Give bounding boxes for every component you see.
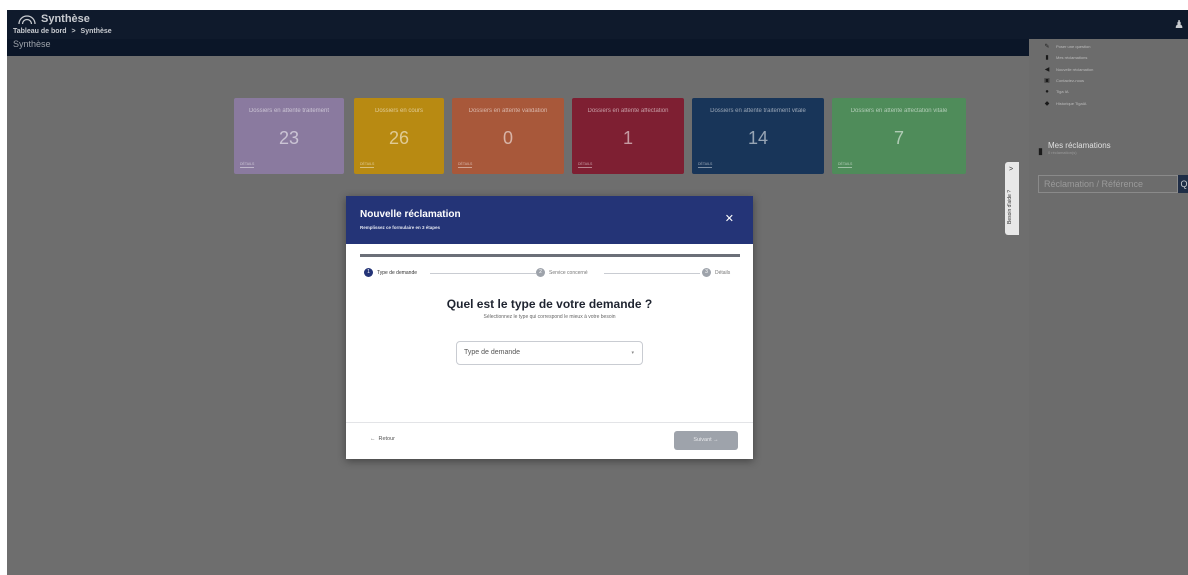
card-details-link[interactable]: DÉTAILS: [578, 162, 593, 168]
menu-item-label: Historique TigaIA: [1056, 100, 1087, 106]
claims-count: 0 réclamation(s): [1047, 150, 1077, 155]
step-connector: [604, 273, 700, 274]
menu-item-history[interactable]: ◆ Historique TigaIA: [1029, 97, 1188, 108]
card-title: Dossiers en attente affectation vitale: [850, 108, 948, 114]
claim-search-input[interactable]: Réclamation / Référence: [1038, 175, 1178, 193]
arrow-left-icon: ←: [370, 436, 376, 442]
help-tab-label: Besoin d'aide ?: [1007, 189, 1013, 224]
menu-item-label: Tiga IA: [1056, 89, 1069, 95]
stat-card[interactable]: Dossiers en cours 26 DÉTAILS: [354, 98, 444, 174]
chat-icon: ●: [1045, 88, 1049, 95]
card-details-link[interactable]: DÉTAILS: [360, 162, 375, 168]
card-title: Dossiers en attente validation: [468, 108, 548, 114]
menu-item-label: Nouvelle réclamation: [1056, 66, 1094, 72]
select-placeholder: Type de demande: [464, 349, 521, 356]
stat-card[interactable]: Dossiers en attente validation 0 DÉTAILS: [452, 98, 564, 174]
modal-header: Nouvelle réclamation Remplissez ce formu…: [346, 196, 753, 244]
menu-item-label: Contactez-nous: [1056, 78, 1085, 84]
card-title: Dossiers en attente affectation: [587, 108, 669, 114]
top-bar: Synthèse Tableau de bord > Synthèse ♟: [7, 10, 1188, 39]
modal-footer: ← Retour Suivant →: [346, 422, 753, 459]
card-title: Dossiers en cours: [374, 108, 424, 114]
breadcrumb: Tableau de bord > Synthèse: [13, 28, 115, 35]
step-label: Type de demande: [377, 269, 418, 276]
card-value: 14: [747, 128, 769, 148]
menu-item-contact[interactable]: ▣ Contactez-nous: [1029, 75, 1188, 86]
card-value: 0: [502, 128, 513, 148]
history-icon: ◆: [1044, 100, 1050, 107]
app-title: Synthèse: [41, 13, 90, 25]
step-3: 3 Détails: [702, 268, 730, 277]
back-button[interactable]: ← Retour: [370, 436, 395, 442]
logo-icon: [18, 14, 36, 24]
search-icon[interactable]: Q: [1178, 175, 1188, 193]
question-title: Quel est le type de votre demande ?: [446, 297, 653, 311]
document-icon: ▮: [1045, 55, 1049, 62]
stat-card[interactable]: Dossiers en attente traitement 23 DÉTAIL…: [234, 98, 344, 174]
claims-title: Mes réclamations: [1047, 141, 1111, 150]
page-title: Synthèse: [13, 39, 51, 49]
menu-item-new-claim[interactable]: ◀ Nouvelle réclamation: [1029, 64, 1188, 75]
card-title: Dossiers en attente traitement vitale: [710, 108, 806, 114]
card-value: 7: [893, 128, 904, 148]
help-tab[interactable]: > Besoin d'aide ?: [1005, 162, 1019, 235]
chevron-down-icon: ▾: [631, 350, 634, 356]
question-subtitle: Sélectionnez le type qui correspond le m…: [483, 314, 616, 320]
step-connector: [430, 273, 536, 274]
step-number: 1: [364, 268, 373, 277]
stat-card[interactable]: Dossiers en attente affectation 1 DÉTAIL…: [572, 98, 684, 174]
breadcrumb-parent[interactable]: Tableau de bord: [13, 28, 67, 35]
clipboard-icon: ▮: [1038, 146, 1043, 156]
menu-item-label: Mes réclamations: [1056, 55, 1088, 61]
brand[interactable]: Synthèse: [18, 13, 90, 25]
modal-subtitle: Remplissez ce formulaire en 3 étapes: [360, 225, 441, 230]
card-title: Dossiers en attente traitement: [248, 108, 330, 114]
step-label: Détails: [715, 269, 731, 276]
card-details-link[interactable]: DÉTAILS: [838, 162, 853, 168]
request-type-select[interactable]: Type de demande ▾: [456, 341, 643, 365]
megaphone-icon: ◀: [1044, 66, 1050, 73]
contact-icon: ▣: [1044, 78, 1050, 85]
step-label: Service concerné: [549, 269, 588, 276]
right-menu: ✎ Poser une question ▮ Mes réclamations …: [1029, 39, 1188, 109]
step-number: 3: [702, 268, 711, 277]
pencil-icon: ✎: [1044, 44, 1050, 51]
card-details-link[interactable]: DÉTAILS: [698, 162, 713, 168]
card-details-link[interactable]: DÉTAILS: [458, 162, 473, 168]
new-claim-modal: Nouvelle réclamation Remplissez ce formu…: [346, 196, 753, 459]
breadcrumb-current: Synthèse: [80, 28, 112, 35]
chevron-right-icon: >: [1009, 166, 1014, 173]
user-icon[interactable]: ♟: [1174, 18, 1184, 31]
breadcrumb-separator: >: [71, 28, 76, 35]
claims-header: ▮ Mes réclamations 0 réclamation(s): [1038, 141, 1111, 157]
next-button[interactable]: Suivant →: [674, 431, 738, 450]
stepper: 1 Type de demande 2 Service concerné 3 D…: [364, 268, 741, 280]
step-1: 1 Type de demande: [364, 268, 417, 277]
menu-item-tiga-ia[interactable]: ● Tiga IA: [1029, 86, 1188, 97]
card-value: 23: [278, 128, 300, 148]
menu-item-label: Poser une question: [1056, 44, 1091, 50]
step-number: 2: [536, 268, 545, 277]
card-value: 26: [388, 128, 410, 148]
right-panel: ✎ Poser une question ▮ Mes réclamations …: [1029, 39, 1188, 575]
card-value: 1: [622, 128, 633, 148]
modal-title: Nouvelle réclamation: [360, 209, 461, 220]
menu-item-my-claims[interactable]: ▮ Mes réclamations: [1029, 52, 1188, 63]
close-icon[interactable]: ✕: [725, 214, 734, 225]
back-label: Retour: [378, 436, 396, 442]
card-details-link[interactable]: DÉTAILS: [240, 162, 255, 168]
stat-card[interactable]: Dossiers en attente traitement vitale 14…: [692, 98, 824, 174]
sub-header: Synthèse: [7, 39, 1029, 56]
step-2: 2 Service concerné: [536, 268, 588, 277]
stat-card[interactable]: Dossiers en attente affectation vitale 7…: [832, 98, 966, 174]
progress-bar: [360, 254, 740, 257]
menu-item-question[interactable]: ✎ Poser une question: [1029, 41, 1188, 52]
